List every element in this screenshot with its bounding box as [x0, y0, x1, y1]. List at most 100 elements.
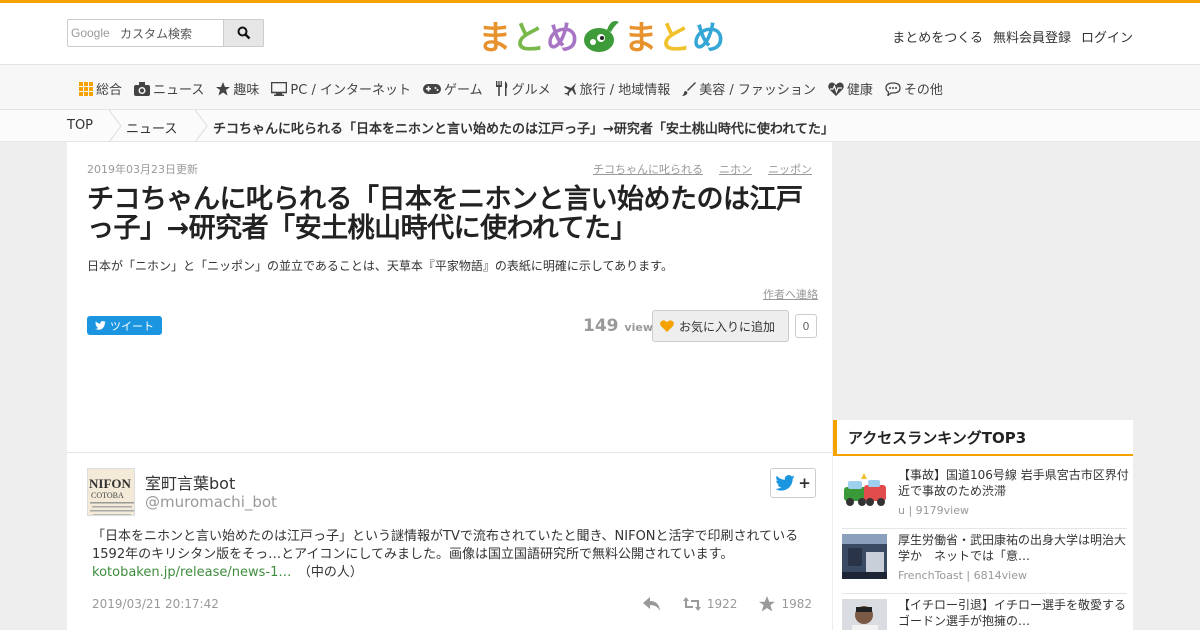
like-count: 1982: [781, 597, 812, 611]
logo-char: と: [658, 18, 692, 57]
category-nav: 総合 ニュース 趣味 PC / インターネット ゲーム グルメ 旅行 / 地域情…: [0, 64, 1200, 110]
tag-link[interactable]: ニッポン: [768, 161, 812, 177]
star-icon: [216, 81, 231, 95]
category-label: その他: [903, 83, 943, 98]
retweet-button[interactable]: 1922: [682, 597, 737, 611]
search-icon: [237, 26, 250, 40]
category-label: ニュース: [153, 83, 205, 98]
ranking-thumbnail: [842, 599, 887, 630]
tweet-actions: 1922 1982: [642, 596, 812, 612]
ranking-thumbnail: [842, 534, 887, 579]
search-box[interactable]: Google カスタム検索: [67, 19, 264, 47]
category-item-pc[interactable]: PC / インターネット: [271, 79, 411, 98]
breadcrumb: TOP ニュース チコちゃんに叱られる「日本をニホンと言い始めたのは江戸っ子」→…: [0, 110, 1200, 142]
article-main: 2019年03月23日更新 チコちゃんに叱られる ニホン ニッポン チコちゃんに…: [67, 142, 832, 630]
grid-icon: [79, 81, 93, 96]
category-item-beauty[interactable]: 美容 / ファッション: [682, 79, 816, 98]
view-unit: view: [624, 321, 653, 334]
reply-icon: [642, 597, 660, 611]
ranking-item-title: 【事故】国道106号線 岩手県宮古市区界付近で事故のため渋滞: [898, 468, 1129, 498]
tweet-author-name[interactable]: 室町言葉bot: [145, 470, 235, 494]
ranking-thumbnail: [842, 469, 887, 514]
breadcrumb-separator-icon: [194, 110, 208, 142]
like-button[interactable]: 1982: [759, 596, 812, 612]
category-item-news[interactable]: ニュース: [134, 79, 204, 98]
logo-char: ま: [624, 18, 658, 57]
plane-icon: [563, 82, 576, 96]
create-matome-link[interactable]: まとめをつくる: [892, 27, 983, 46]
ranking-item-title: 【イチロー引退】イチロー選手を敬愛するゴードン選手が抱擁の…: [898, 598, 1127, 628]
tag-link[interactable]: チコちゃんに叱られる: [593, 161, 703, 177]
ranking-item[interactable]: 厚生労働省・武田康祐の出身大学は明治大学か ネットでは「意… FrenchToa…: [842, 529, 1127, 594]
tweet-text: 「日本をニホンと言い始めたのは江戸っ子」という謎情報がTVで流布されていたと聞き…: [92, 528, 814, 582]
updated-date: 2019年03月23日更新: [87, 163, 198, 176]
view-number: 149: [583, 316, 619, 336]
access-ranking: アクセスランキングTOP3 【事故】国道106号線 岩手県宮古市区界付近で事故の…: [833, 420, 1133, 630]
reply-button[interactable]: [642, 597, 661, 611]
breadcrumb-separator-icon: [108, 110, 122, 142]
tweet-body: 「日本をニホンと言い始めたのは江戸っ子」という謎情報がTVで流布されていたと聞き…: [92, 529, 799, 562]
baseball-photo-image: [842, 599, 887, 630]
category-label: 健康: [846, 83, 873, 98]
retweet-icon: [682, 597, 701, 611]
site-logo[interactable]: ま と め ま と め: [478, 15, 726, 57]
view-count: 149 view: [583, 316, 653, 336]
login-link[interactable]: ログイン: [1081, 27, 1133, 46]
twitter-follow-button[interactable]: +: [770, 468, 816, 498]
category-item-health[interactable]: 健康: [828, 79, 873, 98]
tag-link[interactable]: ニホン: [719, 161, 752, 177]
tweet-timestamp[interactable]: 2019/03/21 20:17:42: [92, 597, 219, 611]
tweet-author-handle[interactable]: @muromachi_bot: [145, 493, 277, 511]
heart-icon: [660, 320, 674, 332]
category-label: 美容 / ファッション: [699, 83, 816, 98]
logo-char: ま: [478, 18, 512, 57]
ranking-item[interactable]: 【事故】国道106号線 岩手県宮古市区界付近で事故のため渋滞 u | 9179v…: [842, 464, 1129, 529]
monitor-icon: [271, 81, 288, 96]
heart-pulse-icon: [828, 82, 844, 96]
category-item-travel[interactable]: 旅行 / 地域情報: [563, 79, 670, 98]
search-input[interactable]: カスタム検索: [120, 25, 192, 42]
tweet-button[interactable]: ツイート: [87, 316, 162, 335]
category-label: ゲーム: [443, 83, 483, 98]
camera-icon: [134, 81, 151, 96]
category-item-other[interactable]: その他: [885, 79, 943, 98]
logo-mascot-icon: [584, 21, 619, 52]
category-label: 総合: [96, 83, 123, 98]
ranking-item-meta: FrenchToast | 6814view: [898, 569, 1027, 582]
ranking-title: アクセスランキングTOP3: [833, 420, 1133, 456]
car-crash-image: [842, 469, 887, 514]
tweet-suffix: （中の人）: [291, 565, 363, 580]
follow-plus: +: [798, 474, 811, 492]
category-label: PC / インターネット: [290, 83, 411, 98]
avatar-image: NIFON COTOBA: [88, 469, 134, 515]
star-icon: [759, 596, 776, 612]
avatar-text-cotoba: COTOBA: [91, 491, 124, 500]
category-label: 趣味: [233, 83, 260, 98]
gamepad-icon: [422, 83, 441, 94]
article-description: 日本が「ニホン」と「ニッポン」の並立であることは、天草本『平家物語』の表紙に明確…: [87, 259, 673, 273]
add-favorite-button[interactable]: お気に入りに追加: [652, 310, 789, 342]
account-links: まとめをつくる 無料会員登録 ログイン: [892, 27, 1133, 46]
twitter-bird-icon: [775, 475, 795, 491]
twitter-bird-icon: [95, 321, 106, 330]
register-link[interactable]: 無料会員登録: [993, 27, 1071, 46]
category-item-hobby[interactable]: 趣味: [216, 79, 259, 98]
ranking-item-meta: u | 9179view: [898, 504, 969, 517]
chat-icon: [885, 81, 901, 96]
tweet-avatar[interactable]: NIFON COTOBA: [87, 468, 135, 516]
ranking-item[interactable]: 【イチロー引退】イチロー選手を敬愛するゴードン選手が抱擁の…: [842, 594, 1127, 630]
tweet-button-label: ツイート: [110, 319, 154, 333]
category-item-gourmet[interactable]: グルメ: [495, 79, 551, 98]
category-item-game[interactable]: ゲーム: [422, 79, 483, 98]
site-header: Google カスタム検索 ま と め ま と め まとめをつくる 無料会員登録…: [0, 0, 1200, 64]
contact-author-link[interactable]: 作者へ連絡: [763, 286, 818, 302]
tweet-link[interactable]: kotobaken.jp/release/news-1…: [92, 565, 291, 580]
avatar-text-nifon: NIFON: [89, 476, 132, 491]
category-label: グルメ: [511, 83, 551, 98]
search-button[interactable]: [223, 19, 264, 47]
category-item-general[interactable]: 総合: [79, 79, 122, 98]
logo-char: め: [692, 18, 726, 57]
breadcrumb-news[interactable]: ニュース: [126, 118, 177, 137]
ranking-item-title: 厚生労働省・武田康祐の出身大学は明治大学か ネットでは「意…: [898, 533, 1127, 563]
breadcrumb-top[interactable]: TOP: [67, 118, 93, 133]
